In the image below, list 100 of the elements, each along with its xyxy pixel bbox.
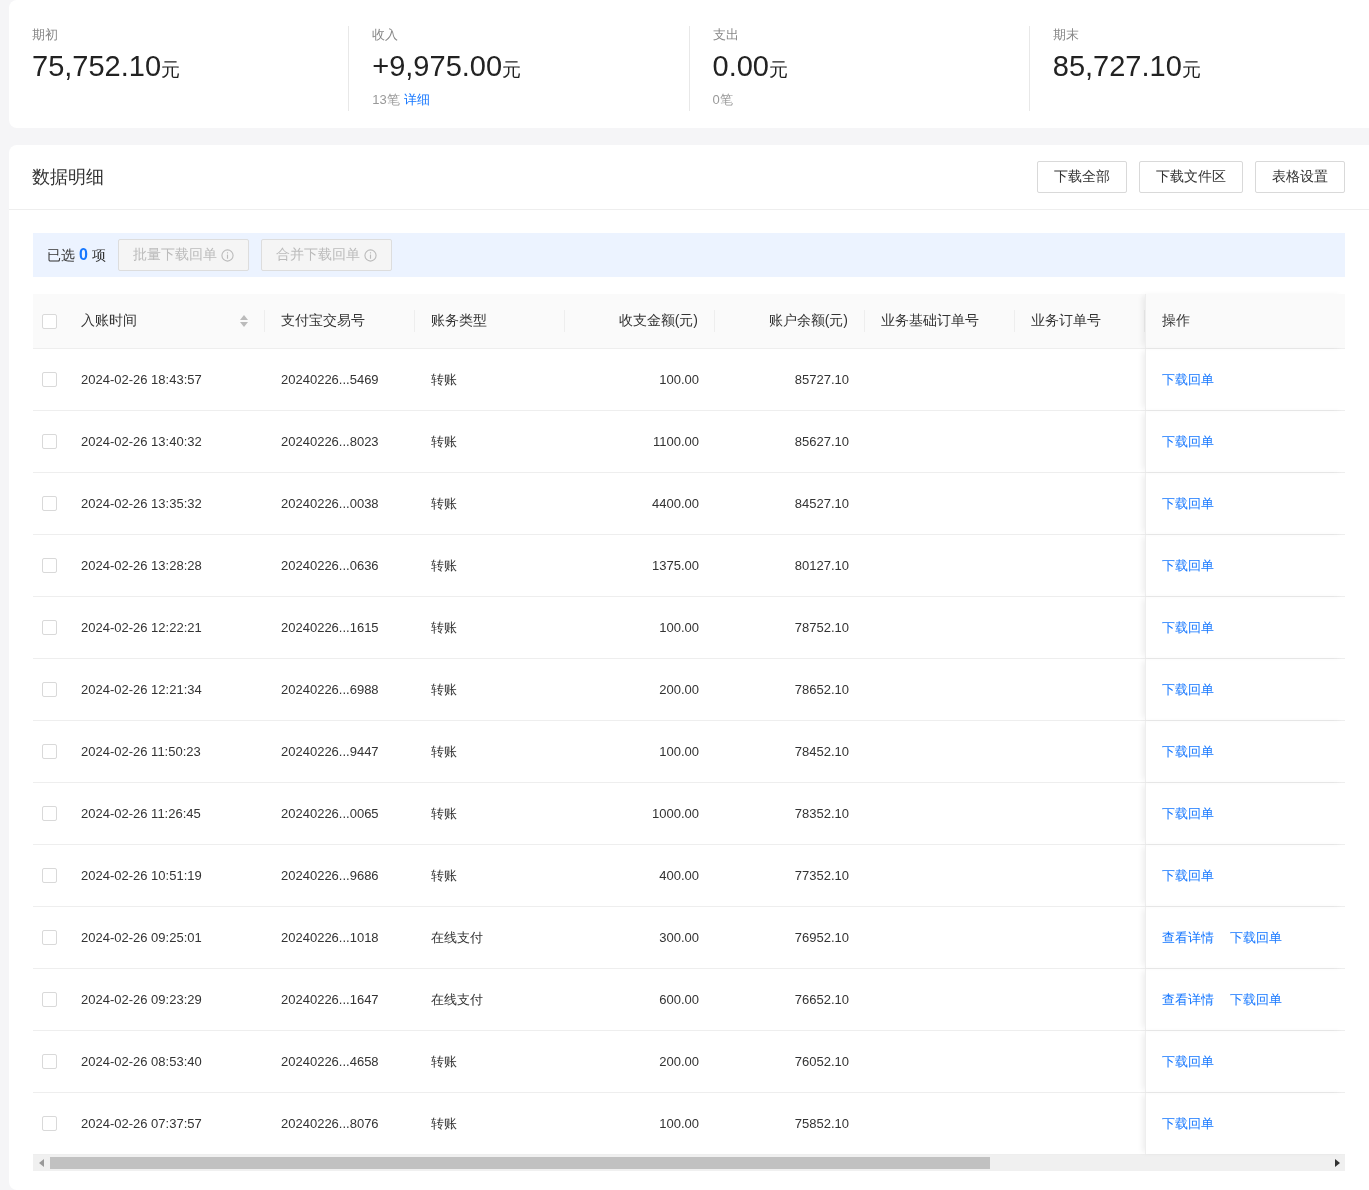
table-cell: 20240226...9447 (281, 744, 379, 759)
scroll-right-icon[interactable] (1334, 1159, 1340, 1167)
table-cell: 20240226...5469 (281, 372, 379, 387)
stat-count: 13笔 (372, 91, 400, 109)
stat-unit: 元 (1181, 58, 1201, 82)
table-cell: 75852.10 (794, 1116, 849, 1131)
stat-amount: 85,727.10 (1052, 50, 1182, 83)
table-cell: 100.00 (659, 372, 699, 387)
action-link[interactable]: 下载回单 (1162, 866, 1214, 885)
table-cell: 85727.10 (794, 372, 849, 387)
table-cell: 2024-02-26 18:43:57 (81, 372, 202, 387)
table-cell: 77352.10 (794, 868, 849, 883)
table-cell: 85627.10 (794, 434, 849, 449)
action-link[interactable]: 下载回单 (1162, 618, 1214, 637)
section-title: 数据明细 (32, 166, 105, 189)
row-checkbox[interactable] (41, 868, 57, 883)
detail-link[interactable]: 详细 (403, 91, 430, 109)
table-cell: 20240226...1018 (281, 930, 379, 945)
action-link[interactable]: 查看详情 (1162, 990, 1214, 1009)
action-link[interactable]: 下载回单 (1162, 432, 1214, 451)
toolbar-button[interactable]: 表格设置 (1255, 161, 1345, 193)
table-cell: 2024-02-26 10:51:19 (81, 868, 202, 883)
action-link[interactable]: 下载回单 (1162, 1114, 1214, 1133)
table-cell: 20240226...4658 (281, 1054, 379, 1069)
toolbar-button[interactable]: 下载全部 (1037, 161, 1127, 193)
table-cell: 20240226...8023 (281, 434, 379, 449)
table-cell: 在线支付 (431, 928, 483, 947)
table-cell: 4400.00 (652, 496, 699, 511)
row-checkbox[interactable] (41, 930, 57, 945)
info-icon (220, 248, 234, 262)
table-cell: 1100.00 (652, 434, 699, 449)
table-cell: 转账 (431, 370, 457, 389)
row-checkbox[interactable] (41, 992, 57, 1007)
table-cell: 转账 (431, 742, 457, 761)
action-link[interactable]: 下载回单 (1162, 742, 1214, 761)
table-cell: 76052.10 (794, 1054, 849, 1069)
action-link[interactable]: 下载回单 (1230, 928, 1282, 947)
table-cell: 200.00 (659, 682, 699, 697)
stat-label: 收入 (372, 26, 400, 44)
table-cell: 76652.10 (794, 992, 849, 1007)
table-cell: 2024-02-26 09:25:01 (81, 930, 202, 945)
table-cell: 2024-02-26 11:26:45 (81, 806, 201, 821)
action-link[interactable]: 下载回单 (1162, 494, 1214, 513)
action-link[interactable]: 下载回单 (1162, 370, 1214, 389)
action-link[interactable]: 下载回单 (1162, 680, 1214, 699)
table-cell: 转账 (431, 866, 457, 885)
table-cell: 转账 (431, 804, 457, 823)
table-cell: 78352.10 (794, 806, 849, 821)
horizontal-scrollbar[interactable] (33, 1155, 1345, 1171)
table-cell: 200.00 (659, 1054, 699, 1069)
table-cell: 2024-02-26 13:40:32 (81, 434, 202, 449)
action-link[interactable]: 下载回单 (1162, 556, 1214, 575)
stat-label: 支出 (712, 26, 740, 44)
stat-amount: 0.00 (712, 50, 769, 83)
table-cell: 300.00 (659, 930, 699, 945)
table-cell: 80127.10 (794, 558, 849, 573)
table-cell: 转账 (431, 1052, 457, 1071)
table-cell: 2024-02-26 11:50:23 (81, 744, 201, 759)
row-checkbox[interactable] (41, 496, 57, 511)
stat-unit: 元 (502, 58, 522, 82)
table-cell: 转账 (431, 680, 457, 699)
row-checkbox[interactable] (41, 1116, 57, 1131)
info-icon (363, 248, 377, 262)
action-link[interactable]: 下载回单 (1162, 804, 1214, 823)
select-all-checkbox[interactable] (41, 313, 57, 329)
row-checkbox[interactable] (41, 1054, 57, 1069)
table-cell: 20240226...9686 (281, 868, 379, 883)
table-cell: 转账 (431, 494, 457, 513)
table-cell: 2024-02-26 13:28:28 (81, 558, 202, 573)
row-checkbox[interactable] (41, 806, 57, 821)
row-checkbox[interactable] (41, 558, 57, 573)
table-cell: 2024-02-26 08:53:40 (81, 1054, 202, 1069)
table-cell: 20240226...6988 (281, 682, 379, 697)
table-cell: 转账 (431, 432, 457, 451)
action-link[interactable]: 下载回单 (1230, 990, 1282, 1009)
table-cell: 2024-02-26 12:22:21 (81, 620, 202, 635)
table-cell: 2024-02-26 12:21:34 (81, 682, 202, 697)
row-checkbox[interactable] (41, 372, 57, 387)
table-cell: 转账 (431, 1114, 457, 1133)
toolbar-button[interactable]: 下载文件区 (1139, 161, 1243, 193)
sort-icon[interactable] (240, 315, 248, 327)
scroll-left-icon[interactable] (38, 1159, 44, 1167)
stat-label: 期初 (32, 26, 59, 44)
table-cell: 2024-02-26 09:23:29 (81, 992, 202, 1007)
row-checkbox[interactable] (41, 620, 57, 635)
action-link[interactable]: 查看详情 (1162, 928, 1214, 947)
table-cell: 20240226...1647 (281, 992, 379, 1007)
table-cell: 1375.00 (652, 558, 699, 573)
stat-amount: 75,752.10 (32, 50, 161, 83)
table-cell: 400.00 (659, 868, 699, 883)
stat-amount: +9,975.00 (372, 50, 503, 83)
table-cell: 78652.10 (794, 682, 849, 697)
stat-count: 0笔 (712, 91, 733, 109)
table-cell: 78752.10 (794, 620, 849, 635)
table-cell: 600.00 (659, 992, 699, 1007)
table-cell: 100.00 (659, 1116, 699, 1131)
action-link[interactable]: 下载回单 (1162, 1052, 1214, 1071)
row-checkbox[interactable] (41, 682, 57, 697)
row-checkbox[interactable] (41, 744, 57, 759)
row-checkbox[interactable] (41, 434, 57, 449)
